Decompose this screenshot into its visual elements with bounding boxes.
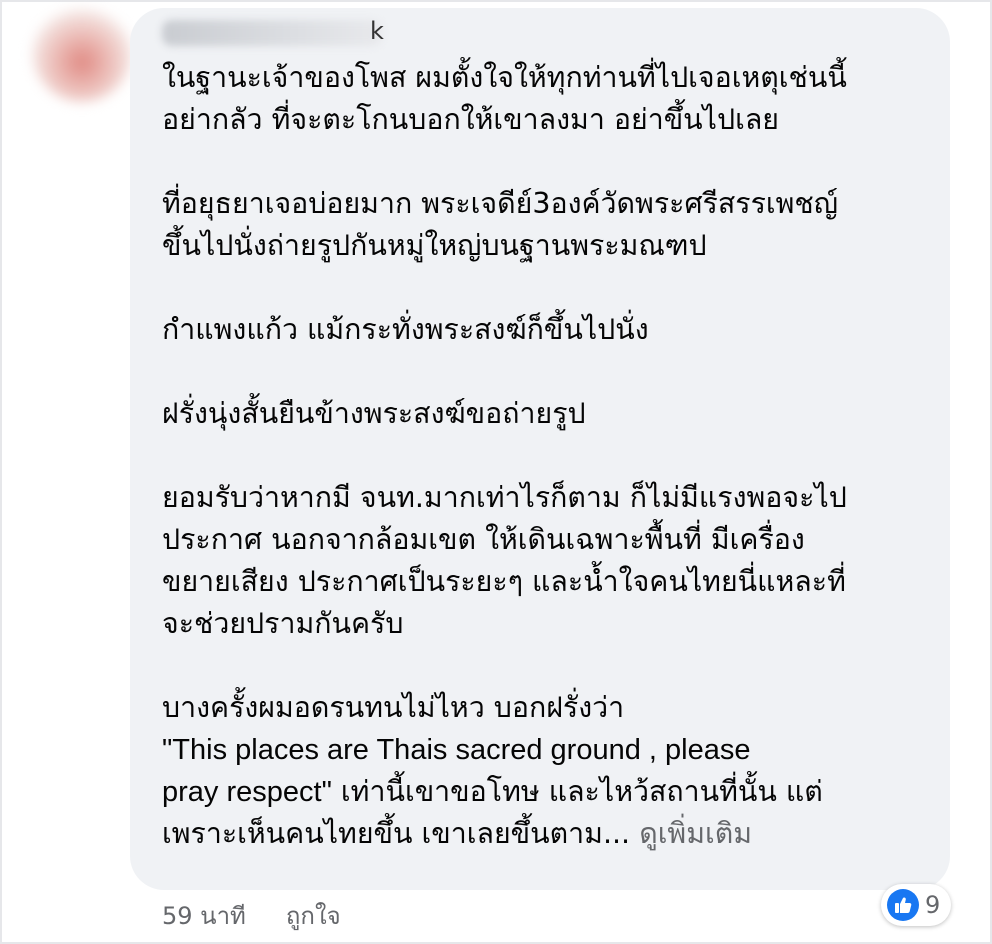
reaction-count: 9 [925, 891, 941, 919]
comment-paragraph: กำแพงแก้ว แม้กระทั่งพระสงฆ์ก็ขึ้นไปนั่ง [162, 309, 932, 351]
comment-line-english: pray respect" [162, 776, 332, 808]
comment-line: จะช่วยปรามกันครับ [162, 607, 404, 640]
like-icon [887, 889, 919, 921]
reaction-summary[interactable]: 9 [881, 884, 951, 926]
comment-line: ในฐานะเจ้าของโพส ผมตั้งใจให้ทุกท่านที่ไป… [162, 61, 847, 94]
comment-line: เท่านี้เขาขอโทษ และไหว้สถานที่นั้น แต่ [331, 775, 823, 808]
comment-paragraph: ยอมรับว่าหากมี จนท.มากเท่าไรก็ตาม ก็ไม่ม… [162, 477, 932, 645]
like-button[interactable]: ถูกใจ [286, 902, 341, 930]
comment-text: ในฐานะเจ้าของโพส ผมตั้งใจให้ทุกท่านที่ไป… [162, 57, 932, 855]
comment-line: อย่ากลัว ที่จะตะโกนบอกให้เขาลงมา อย่าขึ้… [162, 103, 779, 136]
comment-paragraph: ที่อยุธยาเจอบ่อยมาก พระเจดีย์3องค์วัดพระ… [162, 183, 932, 267]
comment-line: กำแพงแก้ว แม้กระทั่งพระสงฆ์ก็ขึ้นไปนั่ง [162, 313, 649, 346]
author-name-suffix[interactable]: k [370, 18, 384, 44]
comment-line: ขึ้นไปนั่งถ่ายรูปกันหมู่ใหญ่บนฐานพระมณฑป [162, 229, 707, 262]
comment-paragraph: บางครั้งผมอดรนทนไม่ไหว บอกฝรั่งว่า "This… [162, 687, 932, 855]
comment-paragraph: ฝรั่งนุ่งสั้นยืนข้างพระสงฆ์ขอถ่ายรูป [162, 393, 932, 435]
comment-paragraph: ในฐานะเจ้าของโพส ผมตั้งใจให้ทุกท่านที่ไป… [162, 57, 932, 141]
comment-line: เพราะเห็นคนไทยขึ้น เขาเลยขึ้นตาม... [162, 817, 631, 850]
avatar[interactable] [32, 2, 132, 102]
comment-frame: k ในฐานะเจ้าของโพส ผมตั้งใจให้ทุกท่านที่… [0, 0, 992, 944]
comment-line: บางครั้งผมอดรนทนไม่ไหว บอกฝรั่งว่า [162, 691, 625, 724]
author-name-blurred[interactable] [162, 20, 382, 46]
comment-line-english: "This places are Thais sacred ground , p… [162, 734, 751, 766]
comment-line: ที่อยุธยาเจอบ่อยมาก พระเจดีย์3องค์วัดพระ… [162, 187, 839, 220]
see-more-link[interactable]: ดูเพิ่มเติม [639, 817, 752, 850]
comment-line: ฝรั่งนุ่งสั้นยืนข้างพระสงฆ์ขอถ่ายรูป [162, 397, 586, 430]
comment-line: ประกาศ นอกจากล้อมเขต ให้เดินเฉพาะพื้นที่… [162, 523, 805, 556]
comment-line: ขยายเสียง ประกาศเป็นระยะๆ และน้ำใจคนไทยน… [162, 565, 846, 598]
comment-line: ยอมรับว่าหากมี จนท.มากเท่าไรก็ตาม ก็ไม่ม… [162, 481, 847, 514]
comment-timestamp[interactable]: 59 นาที [162, 902, 246, 930]
comment-footer: 59 นาที ถูกใจ [162, 899, 341, 933]
